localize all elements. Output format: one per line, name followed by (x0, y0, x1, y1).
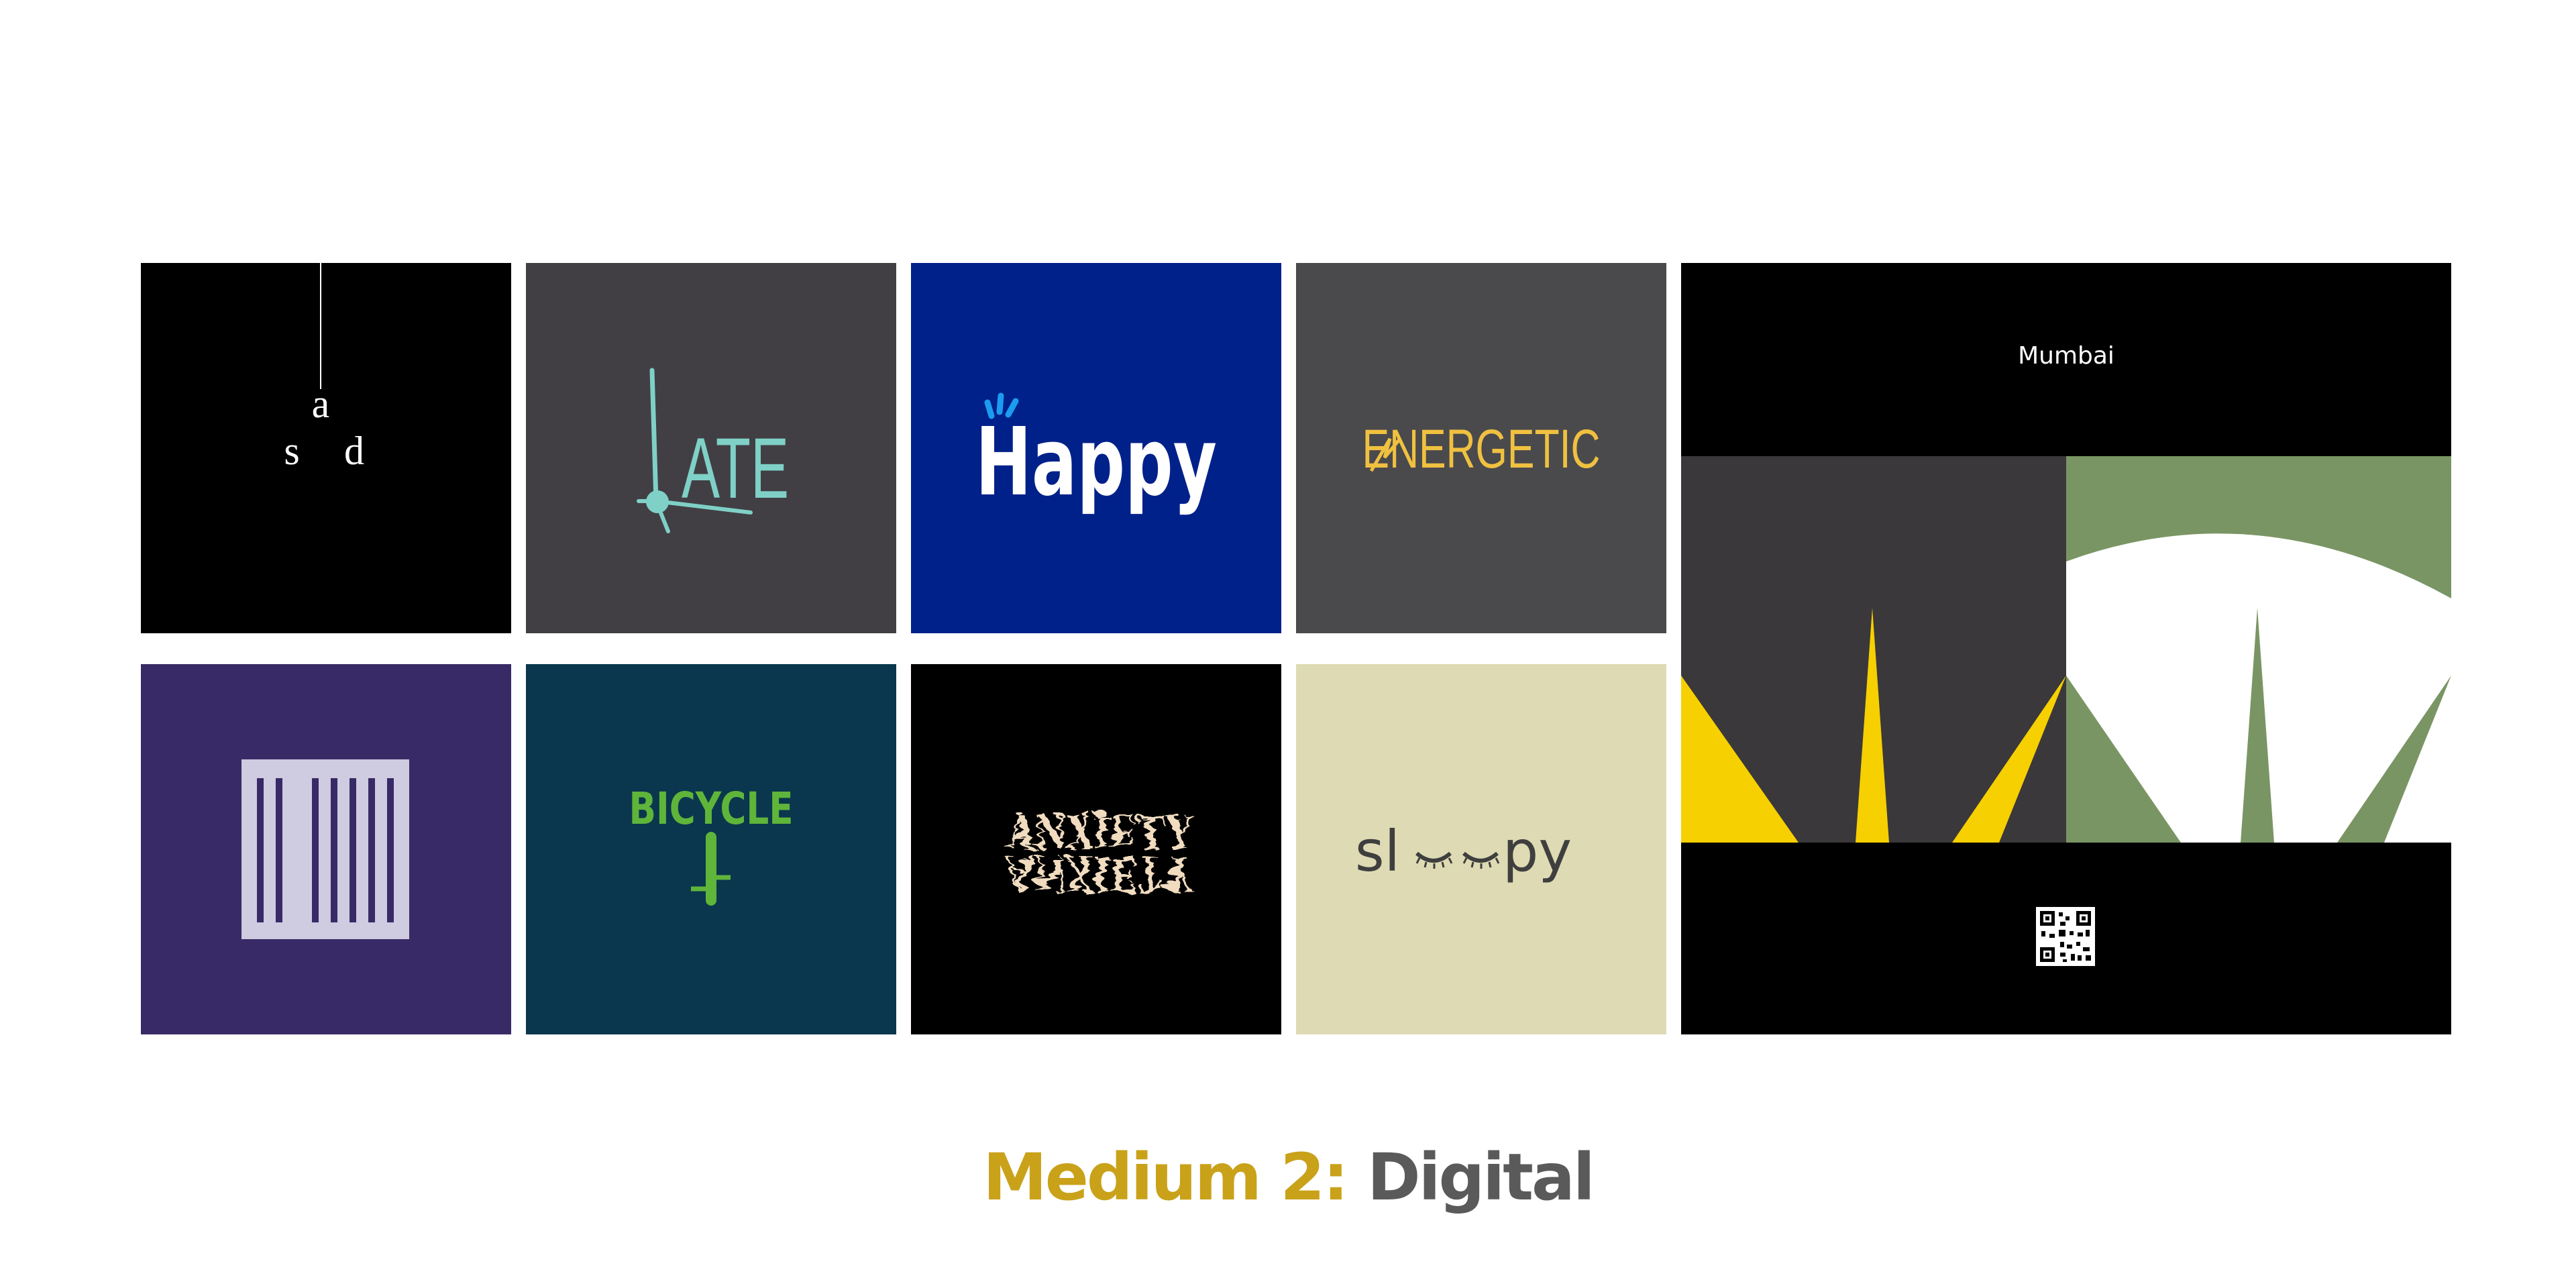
tile-happy: Happy (911, 263, 1281, 633)
tile-late: ATE (526, 263, 896, 633)
happy-artwork: Happy (975, 392, 1217, 517)
tile-energetic: ENERGETIC (1296, 263, 1666, 633)
tile-chill: CHILL! (141, 664, 511, 1034)
poster-city: Mumbai (2018, 342, 2114, 370)
tile-anxiety: ANXIETY ANXIETY (911, 664, 1281, 1034)
tile-sleepy: sl py (1296, 664, 1666, 1034)
chill-block (241, 759, 409, 939)
sad-artwork: a s d (284, 263, 364, 473)
sleepy-text-end: py (1503, 818, 1572, 884)
sad-letter-a: a (312, 382, 330, 426)
caption-rest: Digital (1366, 1140, 1595, 1215)
poster-artwork: Mumbai (1681, 263, 2451, 1034)
anxiety-distorted-group: ANXIETY ANXIETY (1002, 798, 1190, 900)
mumbai-poster: Mumbai (1681, 263, 2451, 1034)
clock-center-icon (646, 490, 669, 513)
tile-bicycle: BICYCLE (526, 664, 896, 1034)
caption-lead: Medium 2: (983, 1140, 1348, 1215)
late-text: ATE (682, 421, 789, 517)
qr-code-icon (2036, 907, 2095, 966)
closed-eye-icon-2 (1462, 851, 1499, 863)
clock-hand-long (649, 368, 659, 504)
caption: Medium 2: Digital (0, 1130, 2576, 1224)
energetic-text: ENERGETIC (1362, 419, 1601, 480)
bicycle-wheel-icon (706, 832, 716, 906)
tile-sad: a s d (141, 263, 511, 633)
chill-artwork: CHILL! (241, 759, 409, 939)
sad-letter-d: d (344, 429, 364, 473)
energetic-artwork: ENERGETIC (1362, 419, 1601, 480)
anxiety-artwork: ANXIETY ANXIETY (1002, 798, 1190, 900)
closed-eye-icon (1415, 851, 1452, 863)
sad-letter-s: s (284, 429, 299, 473)
sleepy-text-start: sl (1355, 818, 1400, 884)
bicycle-text: BICYCLE (629, 783, 794, 835)
chill-text: CHILL! (324, 851, 327, 853)
late-artwork: ATE (637, 368, 789, 533)
bicycle-artwork: BICYCLE (629, 783, 794, 906)
anxiety-mirror-text: ANXIETY (1002, 842, 1190, 900)
happy-text: Happy (975, 408, 1217, 517)
sleepy-artwork: sl py (1355, 818, 1572, 884)
